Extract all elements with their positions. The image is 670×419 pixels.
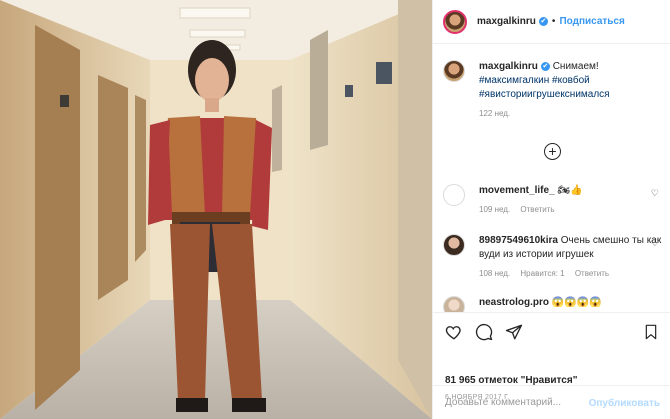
caption-avatar[interactable] [443,60,465,82]
comment-like-icon[interactable]: ♡ [651,188,659,199]
hashtag[interactable]: #явисториигрушекснимался [479,89,610,100]
caption-body: maxgalkinru ✔ Снимаем! #максимгалкин #ков… [479,60,664,121]
caption-meta: 122 нед. [479,107,664,121]
commenter-avatar[interactable] [443,184,465,206]
hashtag[interactable]: #ковбой [552,75,590,86]
caption-text: Снимаем! [552,61,599,72]
comments-list[interactable]: maxgalkinru ✔ Снимаем! #максимгалкин #ков… [433,44,670,312]
post-side-panel: maxgalkinru ✔ • Подписаться maxgalkinru ✔… [432,0,670,419]
load-more-comments-icon[interactable]: + [544,143,561,160]
bookmark-icon[interactable] [643,323,659,341]
author-username[interactable]: maxgalkinru [477,16,536,27]
comment-meta: 108 нед. Нравится: 1 Ответить [479,267,664,281]
comment-body: neastrolog.pro 😱😱😱😱 [479,296,664,310]
caption-time[interactable]: 122 нед. [479,109,510,118]
corridor-photo [0,0,432,419]
verified-badge-icon: ✔ [540,61,550,71]
comment-body: 89897549610kira Очень смешно ты как вуди… [479,234,664,281]
author-avatar[interactable] [443,9,467,34]
verified-badge-icon: ✔ [538,17,548,26]
commenter-avatar[interactable] [443,234,465,256]
caption-username[interactable]: maxgalkinru [479,61,538,72]
commenter-avatar[interactable] [443,296,465,312]
comment-username[interactable]: 89897549610kira [479,235,558,246]
post-photo[interactable] [0,0,432,419]
follow-button[interactable]: Подписаться [559,16,624,27]
post-header: maxgalkinru ✔ • Подписаться [433,0,670,44]
reply-button[interactable]: Ответить [520,205,554,214]
comment-meta: 109 нед. Ответить [479,203,664,217]
share-icon[interactable] [505,323,523,341]
comment-text: 🏍👍 [557,185,583,196]
comment-text: 😱😱😱😱 [551,297,602,308]
comment-body: movement_life_ 🏍👍 109 нед. Ответить [479,184,664,217]
heart-icon[interactable] [445,323,463,341]
action-icons [445,323,523,341]
reply-button[interactable]: Ответить [575,269,609,278]
comment-time[interactable]: 108 нед. [479,269,510,278]
comment-username[interactable]: neastrolog.pro [479,297,549,308]
publish-button[interactable]: Опубликовать [589,398,660,409]
comment-username[interactable]: movement_life_ [479,185,555,196]
separator-dot: • [551,16,556,27]
comment-like-icon[interactable]: ♡ [651,238,659,249]
hashtag[interactable]: #максимгалкин [479,75,549,86]
comment-icon[interactable] [475,323,493,341]
comment-likes[interactable]: Нравится: 1 [520,269,564,278]
comment-time[interactable]: 109 нед. [479,205,510,214]
instagram-post: maxgalkinru ✔ • Подписаться maxgalkinru ✔… [0,0,670,419]
